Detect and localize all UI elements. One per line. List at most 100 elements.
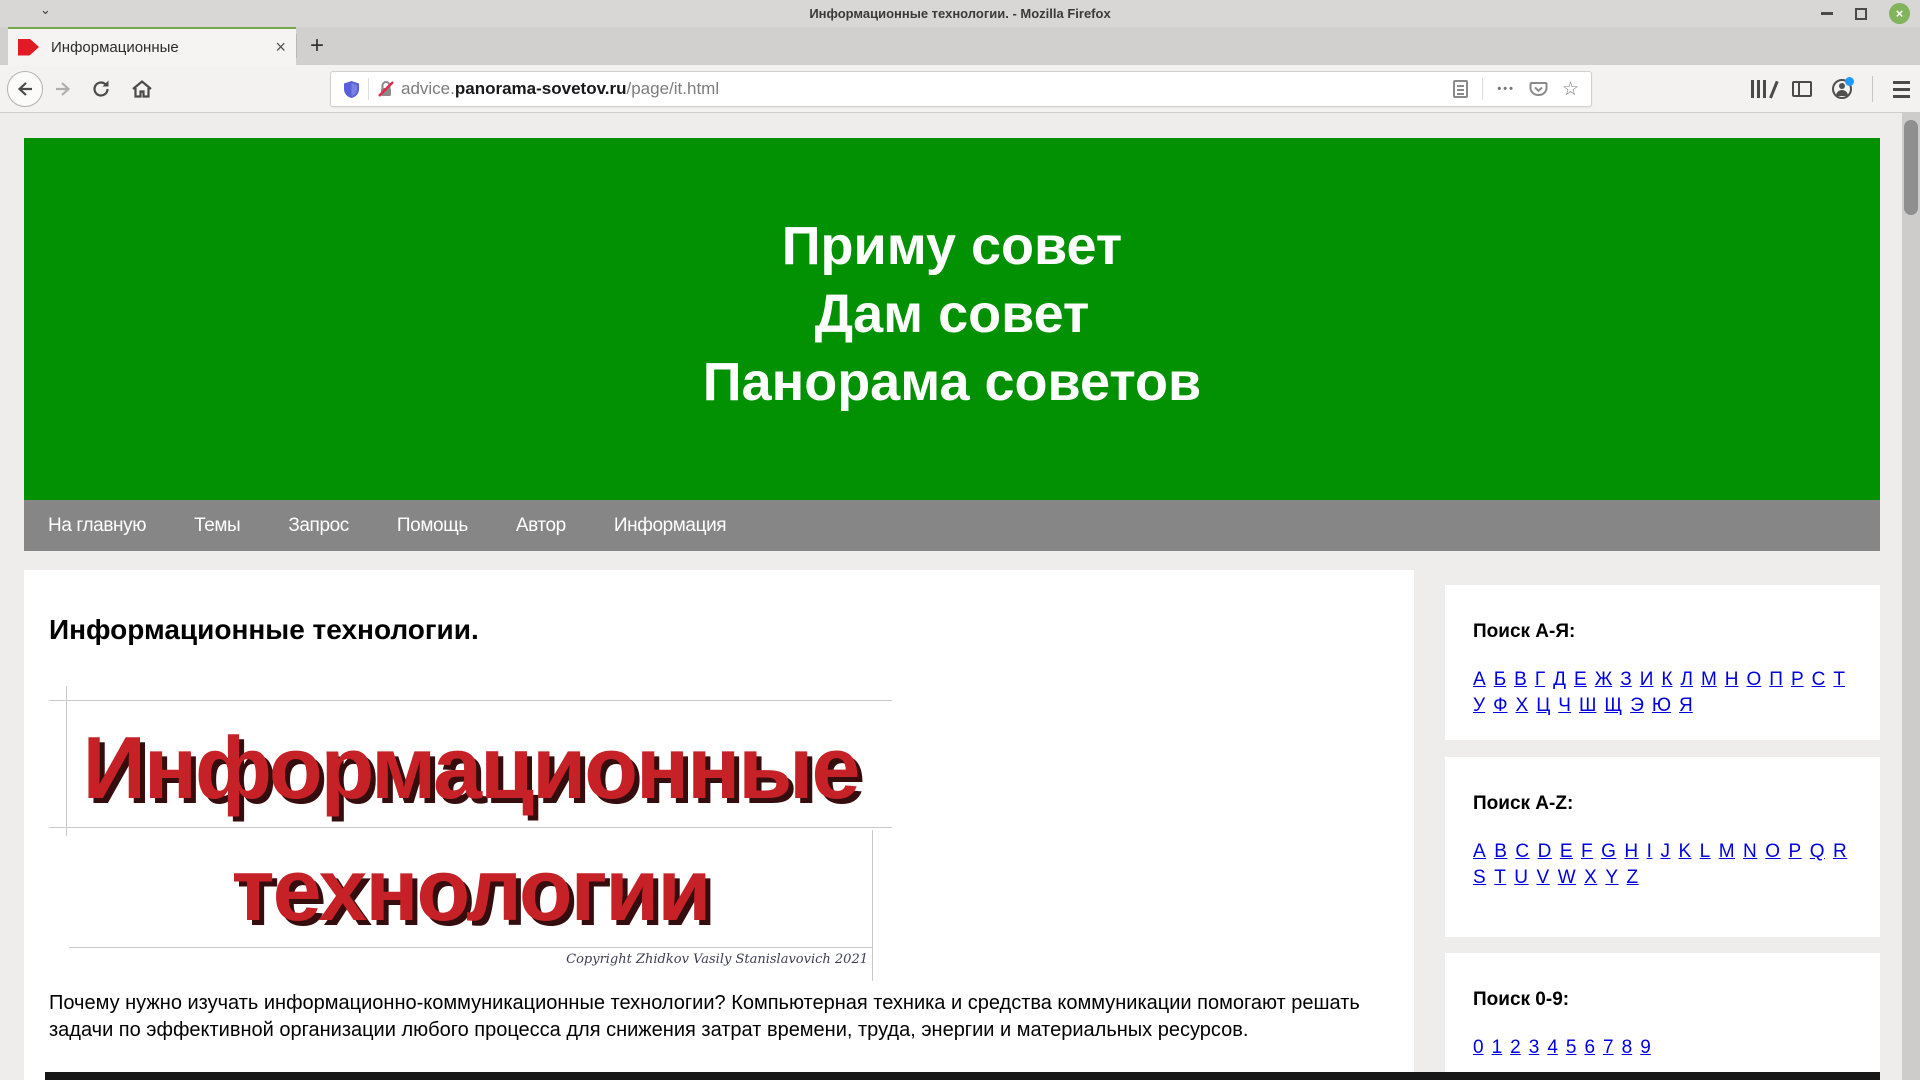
letter-link[interactable]: С	[1812, 669, 1826, 691]
window-shade-icon[interactable]: ⌄	[40, 2, 51, 18]
letter-link[interactable]: W	[1558, 867, 1576, 889]
digit-link[interactable]: 7	[1603, 1037, 1614, 1059]
digit-link[interactable]: 0	[1473, 1037, 1484, 1059]
bookmark-star-icon[interactable]: ☆	[1562, 78, 1579, 101]
pocket-icon[interactable]	[1529, 81, 1548, 98]
digit-link[interactable]: 3	[1529, 1037, 1540, 1059]
letter-link[interactable]: G	[1601, 841, 1616, 863]
letter-link[interactable]: Е	[1574, 669, 1587, 691]
letter-link[interactable]: H	[1624, 841, 1638, 863]
letter-link[interactable]: Щ	[1604, 695, 1622, 717]
letter-link[interactable]: Л	[1680, 669, 1692, 691]
letter-link[interactable]: К	[1661, 669, 1672, 691]
site-nav-item[interactable]: Темы	[194, 515, 241, 537]
digit-link[interactable]: 4	[1547, 1037, 1558, 1059]
reload-button[interactable]	[85, 79, 117, 99]
letter-link[interactable]: N	[1743, 841, 1757, 863]
letter-link[interactable]: V	[1537, 867, 1550, 889]
letter-link[interactable]: F	[1581, 841, 1593, 863]
letter-link[interactable]: У	[1473, 695, 1485, 717]
letter-link[interactable]: X	[1584, 867, 1597, 889]
library-icon[interactable]	[1751, 80, 1779, 99]
tab-close-icon[interactable]: ×	[275, 38, 286, 56]
letter-link[interactable]: Б	[1494, 669, 1506, 691]
letter-link[interactable]: З	[1620, 669, 1631, 691]
letter-link[interactable]: Q	[1810, 841, 1825, 863]
browser-tab[interactable]: Информационные ×	[8, 27, 296, 65]
letter-link[interactable]: B	[1494, 841, 1507, 863]
letter-link[interactable]: R	[1833, 841, 1847, 863]
letter-link[interactable]: Э	[1630, 695, 1644, 717]
letter-link[interactable]: П	[1769, 669, 1783, 691]
reader-mode-icon[interactable]	[1453, 80, 1469, 98]
letter-link[interactable]: L	[1700, 841, 1711, 863]
letter-link[interactable]: E	[1560, 841, 1573, 863]
letter-link[interactable]: M	[1719, 841, 1735, 863]
minimize-icon[interactable]	[1821, 12, 1833, 15]
letter-link[interactable]: D	[1538, 841, 1552, 863]
tracking-protection-shield-icon[interactable]	[343, 80, 360, 99]
url-bar[interactable]: advice.panorama-sovetov.ru/page/it.html …	[330, 71, 1592, 107]
digit-link[interactable]: 1	[1492, 1037, 1503, 1059]
forward-button[interactable]	[47, 79, 79, 99]
insecure-lock-icon[interactable]	[377, 80, 395, 98]
site-nav-item[interactable]: Автор	[516, 515, 566, 537]
letter-link[interactable]: P	[1789, 841, 1802, 863]
back-button[interactable]	[7, 70, 43, 107]
image-word-2: технологии	[231, 840, 712, 939]
letter-link[interactable]: J	[1660, 841, 1670, 863]
letter-link[interactable]: М	[1701, 669, 1717, 691]
account-icon[interactable]	[1832, 77, 1854, 99]
page-actions-icon[interactable]: •••	[1497, 83, 1515, 95]
letter-link[interactable]: И	[1640, 669, 1654, 691]
letter-link[interactable]: А	[1473, 669, 1486, 691]
letter-link[interactable]: В	[1514, 669, 1527, 691]
digit-link[interactable]: 9	[1640, 1037, 1651, 1059]
sidebars-toggle-icon[interactable]	[1792, 81, 1812, 97]
letter-link[interactable]: K	[1678, 841, 1691, 863]
tab-title: Информационные	[51, 38, 179, 56]
letter-link[interactable]: T	[1494, 867, 1506, 889]
letter-link[interactable]: О	[1747, 669, 1762, 691]
letter-link[interactable]: I	[1647, 841, 1653, 863]
letter-link[interactable]: C	[1515, 841, 1529, 863]
letter-link[interactable]: U	[1514, 867, 1528, 889]
letter-link[interactable]: Ю	[1652, 695, 1671, 717]
home-button[interactable]	[125, 79, 159, 99]
letter-link[interactable]: Т	[1833, 669, 1845, 691]
scrollbar-thumb[interactable]	[1904, 120, 1918, 215]
letter-link[interactable]: Y	[1605, 867, 1618, 889]
site-nav-item[interactable]: Информация	[614, 515, 727, 537]
digit-link[interactable]: 8	[1622, 1037, 1633, 1059]
letter-link[interactable]: A	[1473, 841, 1486, 863]
hamburger-menu-icon[interactable]	[1893, 80, 1910, 98]
letter-link[interactable]: Д	[1553, 669, 1566, 691]
letter-link[interactable]: Р	[1791, 669, 1804, 691]
letter-link[interactable]: Ж	[1595, 669, 1613, 691]
site-nav-item[interactable]: На главную	[48, 515, 146, 537]
page-scrollbar[interactable]	[1902, 113, 1920, 1080]
letter-link[interactable]: Н	[1725, 669, 1739, 691]
new-tab-button[interactable]: +	[297, 27, 337, 65]
sidebar-search-latin: Поиск A-Z: ABCDEFGHIJKLMNOPQR STUVWXYZ	[1445, 757, 1880, 937]
close-window-button[interactable]: ×	[1889, 3, 1910, 24]
letter-link[interactable]: O	[1765, 841, 1780, 863]
letter-link[interactable]: Ш	[1579, 695, 1596, 717]
digit-link[interactable]: 2	[1510, 1037, 1521, 1059]
maximize-icon[interactable]	[1855, 7, 1867, 20]
letter-link[interactable]: Z	[1627, 867, 1639, 889]
letter-link[interactable]: Я	[1679, 695, 1693, 717]
toolbar-separator	[1872, 76, 1873, 102]
site-nav-item[interactable]: Запрос	[288, 515, 349, 537]
site-nav-item[interactable]: Помощь	[397, 515, 468, 537]
url-text[interactable]: advice.panorama-sovetov.ru/page/it.html	[401, 79, 719, 99]
letter-link[interactable]: Ч	[1558, 695, 1571, 717]
digit-link[interactable]: 5	[1566, 1037, 1577, 1059]
letter-link[interactable]: Г	[1535, 669, 1545, 691]
letter-link[interactable]: Х	[1516, 695, 1529, 717]
digit-link[interactable]: 6	[1584, 1037, 1595, 1059]
letter-link[interactable]: S	[1473, 867, 1486, 889]
letter-link[interactable]: Ц	[1536, 695, 1550, 717]
image-word-1: Информационные	[82, 718, 861, 817]
letter-link[interactable]: Ф	[1493, 695, 1507, 717]
